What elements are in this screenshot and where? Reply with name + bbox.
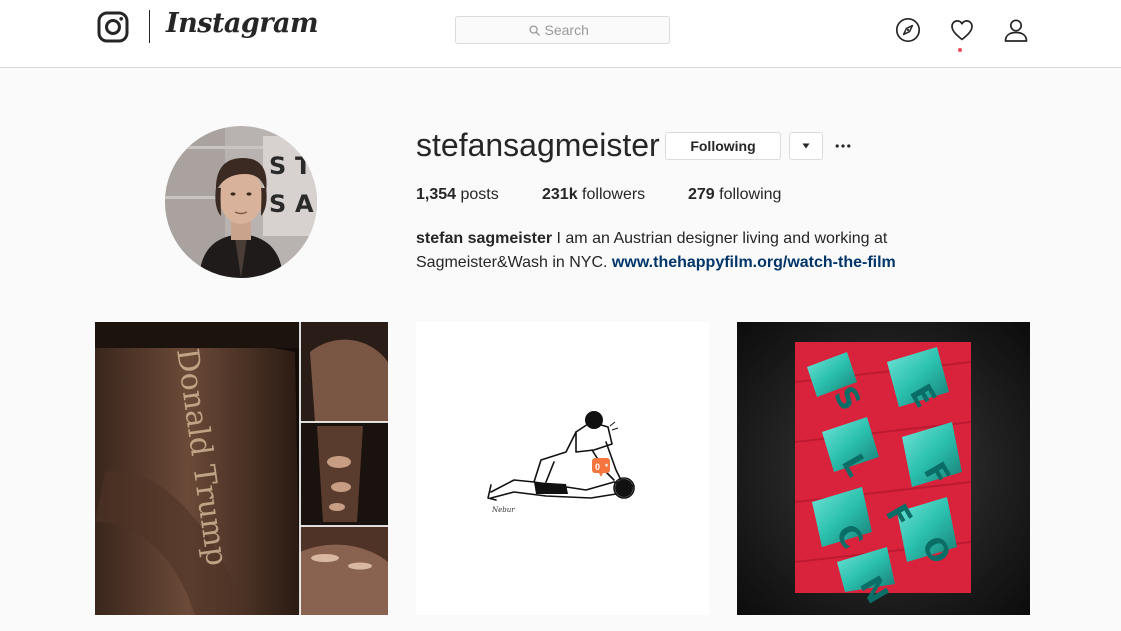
explore-compass-icon[interactable] (895, 17, 921, 43)
post-thumbnail[interactable]: 0 Nebur (416, 322, 709, 615)
profile-username: stefansagmeister (416, 127, 660, 163)
profile-avatar[interactable]: S T S A (165, 126, 317, 278)
suggestions-dropdown-button[interactable] (789, 132, 823, 160)
profile-bio: stefan sagmeister I am an Austrian desig… (416, 227, 936, 275)
following-button[interactable]: Following (665, 132, 781, 160)
avatar-wall-letter: S (269, 152, 286, 180)
search-box[interactable] (455, 16, 670, 44)
caret-down-icon (802, 143, 810, 149)
bio-full-name: stefan sagmeister (416, 230, 553, 247)
more-dots-icon (835, 144, 851, 148)
followers-count: 231k (542, 186, 578, 203)
profile-person-icon[interactable] (1003, 17, 1029, 43)
posts-stat: 1,354 posts (416, 186, 499, 204)
post-2-like-badge: 0 (595, 462, 600, 472)
followers-stat[interactable]: 231k followers (542, 186, 645, 204)
post-2-artist-signature: Nebur (491, 506, 515, 514)
posts-count: 1,354 (416, 186, 457, 203)
following-stat[interactable]: 279 following (688, 186, 781, 204)
avatar-wall-letter: T (295, 152, 312, 180)
instagram-wordmark-logo[interactable]: Instagram (166, 8, 319, 39)
bio-website-link[interactable]: www.thehappyfilm.org/watch-the-film (612, 254, 896, 271)
post-thumbnail[interactable]: Donald Trump (95, 322, 388, 615)
post-thumbnail[interactable]: S E L F C O N F (737, 322, 1030, 615)
posts-label: posts (460, 186, 499, 203)
avatar-wall-letter: A (295, 190, 314, 218)
following-label: following (719, 186, 782, 203)
avatar-wall-letter: S (269, 190, 286, 218)
following-count: 279 (688, 186, 715, 203)
search-input[interactable] (544, 22, 597, 38)
notification-dot (958, 48, 962, 52)
instagram-camera-icon[interactable] (97, 11, 129, 43)
search-icon (528, 24, 540, 36)
top-navigation-bar: Instagram (0, 0, 1121, 68)
followers-label: followers (582, 186, 646, 203)
more-options-button[interactable] (833, 133, 853, 159)
activity-heart-icon[interactable] (949, 17, 975, 43)
logo-divider (149, 10, 150, 43)
